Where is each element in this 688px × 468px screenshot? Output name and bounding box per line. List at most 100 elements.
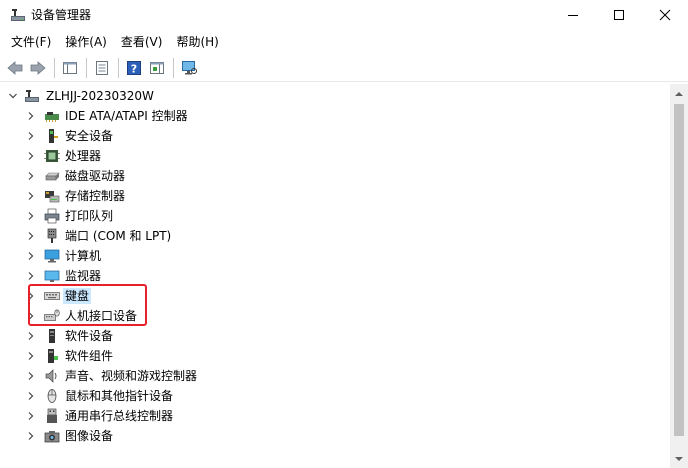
expand-chevron-icon[interactable] bbox=[24, 389, 38, 403]
tree-item-imaging[interactable]: 图像设备 bbox=[0, 426, 670, 446]
usb-icon bbox=[47, 408, 57, 423]
storage-controller-icon bbox=[45, 191, 60, 203]
scroll-up-button[interactable] bbox=[670, 85, 688, 102]
tree-item-label: 鼠标和其他指针设备 bbox=[65, 389, 174, 403]
back-button[interactable] bbox=[4, 57, 26, 79]
computer-icon bbox=[44, 249, 60, 263]
expand-chevron-icon[interactable] bbox=[24, 269, 38, 283]
imaging-device-icon bbox=[44, 431, 60, 443]
software-device-icon bbox=[49, 329, 55, 343]
title-bar: 设备管理器 bbox=[0, 0, 688, 30]
collapse-chevron-icon[interactable] bbox=[6, 89, 20, 103]
tree-item-processor[interactable]: 处理器 bbox=[0, 146, 670, 166]
tree-item-mouse[interactable]: 鼠标和其他指针设备 bbox=[0, 386, 670, 406]
tree-item-label: 软件组件 bbox=[65, 349, 114, 363]
expand-chevron-icon[interactable] bbox=[24, 329, 38, 343]
security-device-icon bbox=[49, 129, 58, 143]
monitor-icon bbox=[44, 270, 60, 282]
action-pane-button[interactable] bbox=[146, 57, 168, 79]
tree-item-disk[interactable]: 磁盘驱动器 bbox=[0, 166, 670, 186]
expand-chevron-icon[interactable] bbox=[24, 349, 38, 363]
toolbar-separator bbox=[118, 57, 119, 78]
help-button[interactable]: ? bbox=[123, 57, 145, 79]
toolbar: ? bbox=[0, 54, 688, 82]
menu-view[interactable]: 查看(V) bbox=[114, 32, 170, 52]
root-label: ZLHJJ-20230320W bbox=[46, 89, 154, 103]
tree-item-software-component[interactable]: 软件组件 bbox=[0, 346, 670, 366]
tree-item-port[interactable]: 端口 (COM 和 LPT) bbox=[0, 226, 670, 246]
close-button[interactable] bbox=[642, 0, 688, 30]
tree-item-label: 打印队列 bbox=[65, 209, 114, 223]
expand-chevron-icon[interactable] bbox=[24, 149, 38, 163]
scroll-down-arrow-icon bbox=[675, 456, 683, 461]
port-icon bbox=[47, 228, 57, 243]
tree-item-label: 磁盘驱动器 bbox=[65, 169, 126, 183]
tree-item-security[interactable]: 安全设备 bbox=[0, 126, 670, 146]
properties-icon bbox=[96, 60, 108, 75]
expand-chevron-icon[interactable] bbox=[24, 229, 38, 243]
tree-item-label: 安全设备 bbox=[65, 129, 114, 143]
tree-item-print-queue[interactable]: 打印队列 bbox=[0, 206, 670, 226]
tree-item-label: 端口 (COM 和 LPT) bbox=[65, 229, 172, 243]
maximize-icon bbox=[614, 10, 624, 20]
device-tree: ZLHJJ-20230320W IDE ATA/ATAPI 控制器 安全设备 处… bbox=[0, 84, 670, 468]
tree-item-label: 监视器 bbox=[65, 269, 102, 283]
expand-chevron-icon[interactable] bbox=[24, 209, 38, 223]
help-icon: ? bbox=[127, 60, 141, 75]
expand-chevron-icon[interactable] bbox=[24, 129, 38, 143]
monitor-icon bbox=[182, 60, 197, 74]
minimize-button[interactable] bbox=[550, 0, 596, 30]
menu-help[interactable]: 帮助(H) bbox=[169, 32, 225, 52]
tree-item-computer[interactable]: 计算机 bbox=[0, 246, 670, 266]
forward-button[interactable] bbox=[27, 57, 49, 79]
show-hide-console-button[interactable] bbox=[59, 57, 81, 79]
expand-chevron-icon[interactable] bbox=[24, 429, 38, 443]
tree-item-audio[interactable]: 声音、视频和游戏控制器 bbox=[0, 366, 670, 386]
window-title: 设备管理器 bbox=[31, 8, 92, 22]
menu-file[interactable]: 文件(F) bbox=[4, 32, 58, 52]
expand-chevron-icon[interactable] bbox=[24, 169, 38, 183]
tree-item-label: 声音、视频和游戏控制器 bbox=[65, 369, 198, 383]
expand-chevron-icon[interactable] bbox=[24, 249, 38, 263]
expand-chevron-icon[interactable] bbox=[24, 109, 38, 123]
svg-text:?: ? bbox=[131, 62, 137, 75]
processor-icon bbox=[44, 150, 60, 162]
tree-item-label: 软件设备 bbox=[65, 329, 114, 343]
expand-chevron-icon[interactable] bbox=[24, 189, 38, 203]
tree-item-label: 处理器 bbox=[65, 149, 102, 163]
tree-root[interactable]: ZLHJJ-20230320W bbox=[0, 86, 670, 106]
back-icon bbox=[7, 60, 23, 75]
menu-bar: 文件(F) 操作(A) 查看(V) 帮助(H) bbox=[0, 31, 688, 53]
tree-item-software-device[interactable]: 软件设备 bbox=[0, 326, 670, 346]
scroll-down-button[interactable] bbox=[670, 450, 688, 467]
tree-item-usb[interactable]: 通用串行总线控制器 bbox=[0, 406, 670, 426]
console-tree-icon bbox=[63, 61, 77, 74]
toolbar-separator bbox=[86, 57, 87, 78]
scan-hardware-button[interactable] bbox=[178, 57, 200, 79]
expand-chevron-icon[interactable] bbox=[24, 409, 38, 423]
toolbar-separator bbox=[173, 57, 174, 78]
print-queue-icon bbox=[44, 208, 60, 224]
properties-button[interactable] bbox=[91, 57, 113, 79]
menu-action[interactable]: 操作(A) bbox=[58, 32, 114, 52]
tree-item-label: 图像设备 bbox=[65, 429, 114, 443]
toolbar-separator bbox=[54, 57, 55, 78]
annotation-highlight-box bbox=[28, 284, 147, 326]
ide-controller-icon bbox=[45, 112, 59, 122]
computer-root-icon bbox=[25, 90, 39, 102]
tree-item-label: 存储控制器 bbox=[65, 189, 126, 203]
scrollbar-thumb[interactable] bbox=[674, 104, 684, 436]
tree-item-label: 通用串行总线控制器 bbox=[65, 409, 174, 423]
tree-item-monitor[interactable]: 监视器 bbox=[0, 266, 670, 286]
scroll-up-arrow-icon bbox=[675, 91, 683, 96]
software-component-icon bbox=[48, 349, 58, 363]
tree-item-ide[interactable]: IDE ATA/ATAPI 控制器 bbox=[0, 106, 670, 126]
vertical-scrollbar[interactable] bbox=[670, 84, 688, 468]
expand-chevron-icon[interactable] bbox=[24, 369, 38, 383]
tree-item-label: IDE ATA/ATAPI 控制器 bbox=[65, 109, 188, 123]
tree-item-storage[interactable]: 存储控制器 bbox=[0, 186, 670, 206]
maximize-button[interactable] bbox=[596, 0, 642, 30]
tree-item-label: 计算机 bbox=[65, 249, 102, 263]
minimize-icon bbox=[568, 15, 578, 16]
disk-drive-icon bbox=[45, 172, 60, 181]
